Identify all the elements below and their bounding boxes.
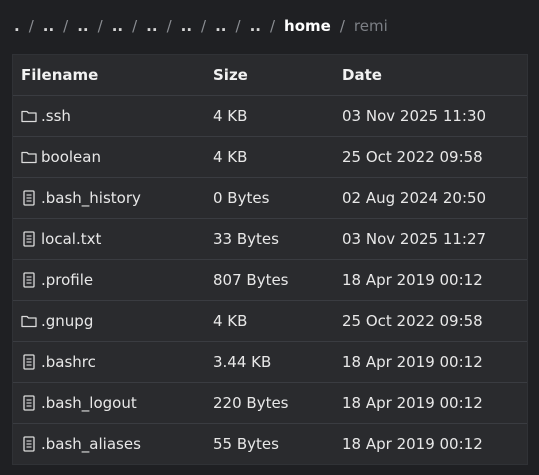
file-date: 03 Nov 2025 11:30: [334, 95, 527, 137]
file-icon: [21, 271, 37, 288]
breadcrumb-item-root[interactable]: .: [14, 17, 20, 35]
table-row[interactable]: .profile 807 Bytes 18 Apr 2019 00:12: [13, 259, 527, 301]
file-date: 18 Apr 2019 00:12: [334, 259, 527, 301]
file-date: 18 Apr 2019 00:12: [334, 382, 527, 424]
file-size: 55 Bytes: [213, 434, 279, 453]
table-row[interactable]: boolean 4 KB 25 Oct 2022 09:58: [13, 136, 527, 178]
file-name[interactable]: .profile: [41, 271, 93, 289]
file-size: 220 Bytes: [205, 382, 334, 424]
file-table-body: .ssh 4 KB 03 Nov 2025 11:30 boolean 4 KB…: [13, 95, 527, 464]
breadcrumb-separator: /: [132, 17, 138, 35]
file-date: 25 Oct 2022 09:58: [334, 300, 527, 342]
file-size: 4 KB: [205, 136, 334, 178]
folder-icon: [21, 313, 37, 329]
file-date: 18 Apr 2019 00:12: [334, 341, 527, 383]
breadcrumb-item-parent[interactable]: ..: [77, 17, 88, 35]
folder-icon: [21, 149, 37, 165]
file-name[interactable]: .bashrc: [41, 353, 96, 371]
breadcrumb-separator: /: [28, 17, 34, 35]
file-name[interactable]: .gnupg: [41, 312, 93, 330]
breadcrumb-separator: /: [201, 17, 207, 35]
breadcrumb-item-parent[interactable]: ..: [250, 17, 261, 35]
file-size: 33 Bytes: [205, 218, 334, 260]
file-size: 3.44 KB: [205, 341, 334, 383]
file-date: 18 Apr 2019 00:12: [342, 434, 483, 453]
folder-icon: [21, 108, 37, 124]
file-size: 0 Bytes: [205, 177, 334, 219]
breadcrumb-item-home[interactable]: home: [284, 17, 331, 35]
column-header-size[interactable]: Size: [205, 55, 334, 96]
file-name[interactable]: .ssh: [41, 107, 71, 125]
column-header-date[interactable]: Date: [334, 55, 527, 96]
table-row[interactable]: .bash_aliases 55 Bytes 18 Apr 2019 00:12: [13, 423, 527, 464]
file-date: 02 Aug 2024 20:50: [334, 177, 527, 219]
breadcrumb-separator: /: [339, 17, 345, 35]
table-row[interactable]: .bash_history 0 Bytes 02 Aug 2024 20:50: [13, 177, 527, 219]
file-size: 4 KB: [205, 95, 334, 137]
breadcrumb-item-parent[interactable]: ..: [146, 17, 157, 35]
file-icon: [21, 436, 37, 452]
file-name[interactable]: .bash_logout: [41, 394, 137, 412]
file-icon: [21, 189, 37, 206]
breadcrumb-separator: /: [235, 17, 241, 35]
breadcrumb-separator: /: [166, 17, 172, 35]
breadcrumb-separator: /: [269, 17, 276, 35]
table-row[interactable]: .bash_logout 220 Bytes 18 Apr 2019 00:12: [13, 382, 527, 424]
breadcrumb: . / .. / .. / .. / .. / .. / .. / .. / h…: [14, 14, 388, 38]
table-row[interactable]: .bashrc 3.44 KB 18 Apr 2019 00:12: [13, 341, 527, 383]
column-header-filename[interactable]: Filename: [13, 55, 205, 96]
table-header-row: Filename Size Date: [13, 55, 527, 96]
file-date: 03 Nov 2025 11:27: [334, 218, 527, 260]
file-name[interactable]: .bash_aliases: [41, 435, 141, 453]
breadcrumb-separator: /: [97, 17, 103, 35]
file-icon: [21, 394, 37, 411]
breadcrumb-separator: /: [63, 17, 69, 35]
file-icon: [21, 230, 37, 247]
breadcrumb-item-current: remi: [353, 17, 388, 35]
breadcrumb-item-parent[interactable]: ..: [215, 17, 226, 35]
breadcrumb-item-parent[interactable]: ..: [43, 17, 54, 35]
file-icon: [21, 353, 37, 370]
file-date: 25 Oct 2022 09:58: [334, 136, 527, 178]
breadcrumb-item-parent[interactable]: ..: [112, 17, 123, 35]
breadcrumb-item-parent[interactable]: ..: [181, 17, 192, 35]
table-row[interactable]: local.txt 33 Bytes 03 Nov 2025 11:27: [13, 218, 527, 260]
file-name[interactable]: boolean: [41, 148, 101, 166]
file-size: 807 Bytes: [205, 259, 334, 301]
file-list-panel: Filename Size Date .ssh 4 KB 03 Nov 2025…: [12, 54, 528, 465]
table-row[interactable]: .ssh 4 KB 03 Nov 2025 11:30: [13, 95, 527, 137]
file-table: Filename Size Date .ssh 4 KB 03 Nov 2025…: [13, 55, 527, 464]
file-name[interactable]: local.txt: [41, 230, 101, 248]
file-name[interactable]: .bash_history: [41, 189, 141, 207]
table-row[interactable]: .gnupg 4 KB 25 Oct 2022 09:58: [13, 300, 527, 342]
file-size: 4 KB: [205, 300, 334, 342]
